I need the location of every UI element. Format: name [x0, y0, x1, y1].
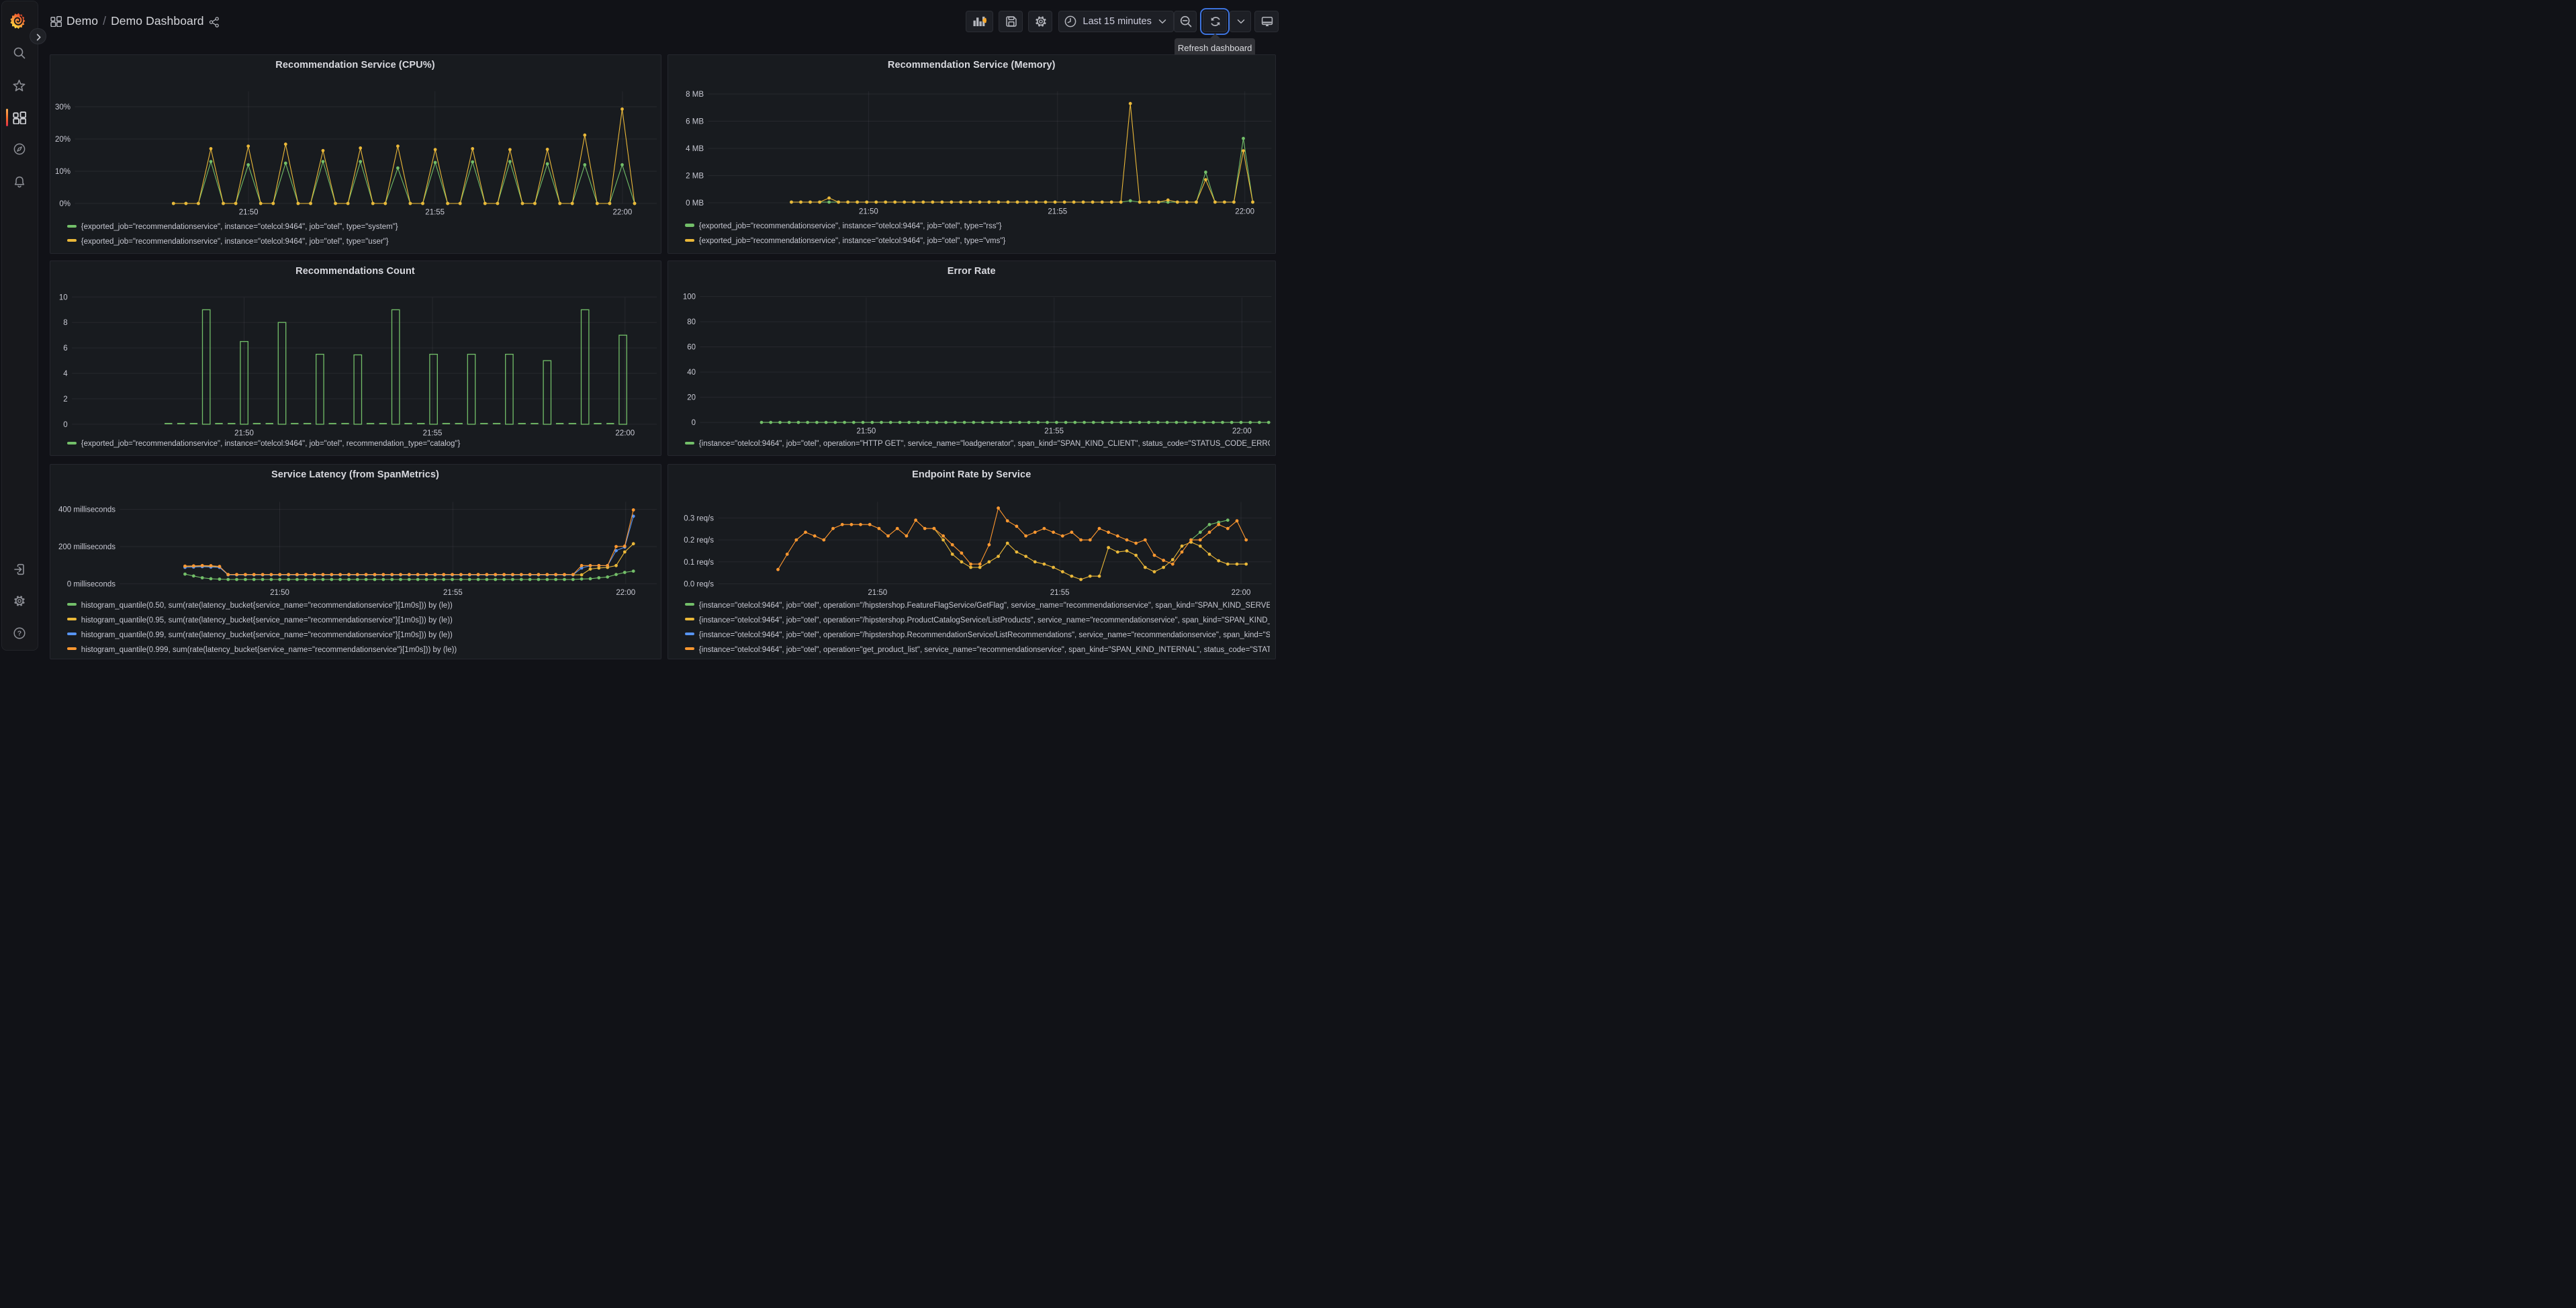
svg-text:6: 6	[63, 344, 67, 353]
svg-text:200 milliseconds: 200 milliseconds	[58, 543, 115, 551]
svg-text:0: 0	[63, 420, 67, 428]
svg-text:22:00: 22:00	[612, 209, 632, 217]
svg-text:400 milliseconds: 400 milliseconds	[58, 506, 115, 514]
svg-text:40: 40	[687, 369, 696, 377]
svg-text:0 milliseconds: 0 milliseconds	[66, 580, 115, 588]
svg-text:22:00: 22:00	[616, 588, 635, 596]
svg-text:22:00: 22:00	[1232, 427, 1252, 435]
svg-text:4 MB: 4 MB	[686, 145, 704, 153]
svg-text:21:55: 21:55	[1050, 589, 1069, 597]
svg-text:21:55: 21:55	[425, 209, 445, 217]
svg-text:0.1 req/s: 0.1 req/s	[684, 558, 714, 566]
svg-text:8: 8	[63, 319, 67, 327]
svg-text:4: 4	[63, 370, 68, 378]
svg-text:21:55: 21:55	[422, 429, 442, 437]
svg-text:22:00: 22:00	[1235, 208, 1254, 216]
svg-text:21:50: 21:50	[270, 588, 289, 596]
svg-text:22:00: 22:00	[1231, 589, 1250, 597]
svg-text:0: 0	[691, 419, 695, 427]
svg-text:21:55: 21:55	[1044, 427, 1064, 435]
svg-text:22:00: 22:00	[615, 429, 635, 437]
svg-text:20: 20	[687, 393, 696, 402]
svg-text:2: 2	[63, 395, 67, 403]
svg-text:8 MB: 8 MB	[686, 91, 704, 99]
svg-text:21:50: 21:50	[234, 429, 254, 437]
svg-text:0 MB: 0 MB	[686, 199, 704, 207]
svg-text:0.3 req/s: 0.3 req/s	[684, 514, 714, 522]
svg-text:21:50: 21:50	[859, 208, 878, 216]
svg-text:21:50: 21:50	[856, 427, 876, 435]
svg-text:2 MB: 2 MB	[686, 173, 704, 181]
svg-text:10%: 10%	[54, 168, 70, 176]
svg-text:60: 60	[687, 343, 696, 351]
svg-text:21:55: 21:55	[443, 588, 463, 596]
svg-text:21:55: 21:55	[1048, 208, 1067, 216]
svg-text:0.0 req/s: 0.0 req/s	[684, 580, 714, 588]
svg-text:?: ?	[17, 630, 21, 638]
svg-text:10: 10	[58, 293, 67, 301]
svg-text:30%: 30%	[54, 103, 70, 111]
svg-text:80: 80	[687, 318, 696, 326]
svg-text:20%: 20%	[54, 136, 70, 144]
svg-text:21:50: 21:50	[238, 209, 258, 217]
svg-text:21:50: 21:50	[868, 589, 887, 597]
svg-text:0%: 0%	[59, 200, 71, 208]
svg-text:0.2 req/s: 0.2 req/s	[684, 536, 714, 545]
svg-text:100: 100	[682, 293, 695, 301]
svg-text:6 MB: 6 MB	[686, 118, 704, 126]
